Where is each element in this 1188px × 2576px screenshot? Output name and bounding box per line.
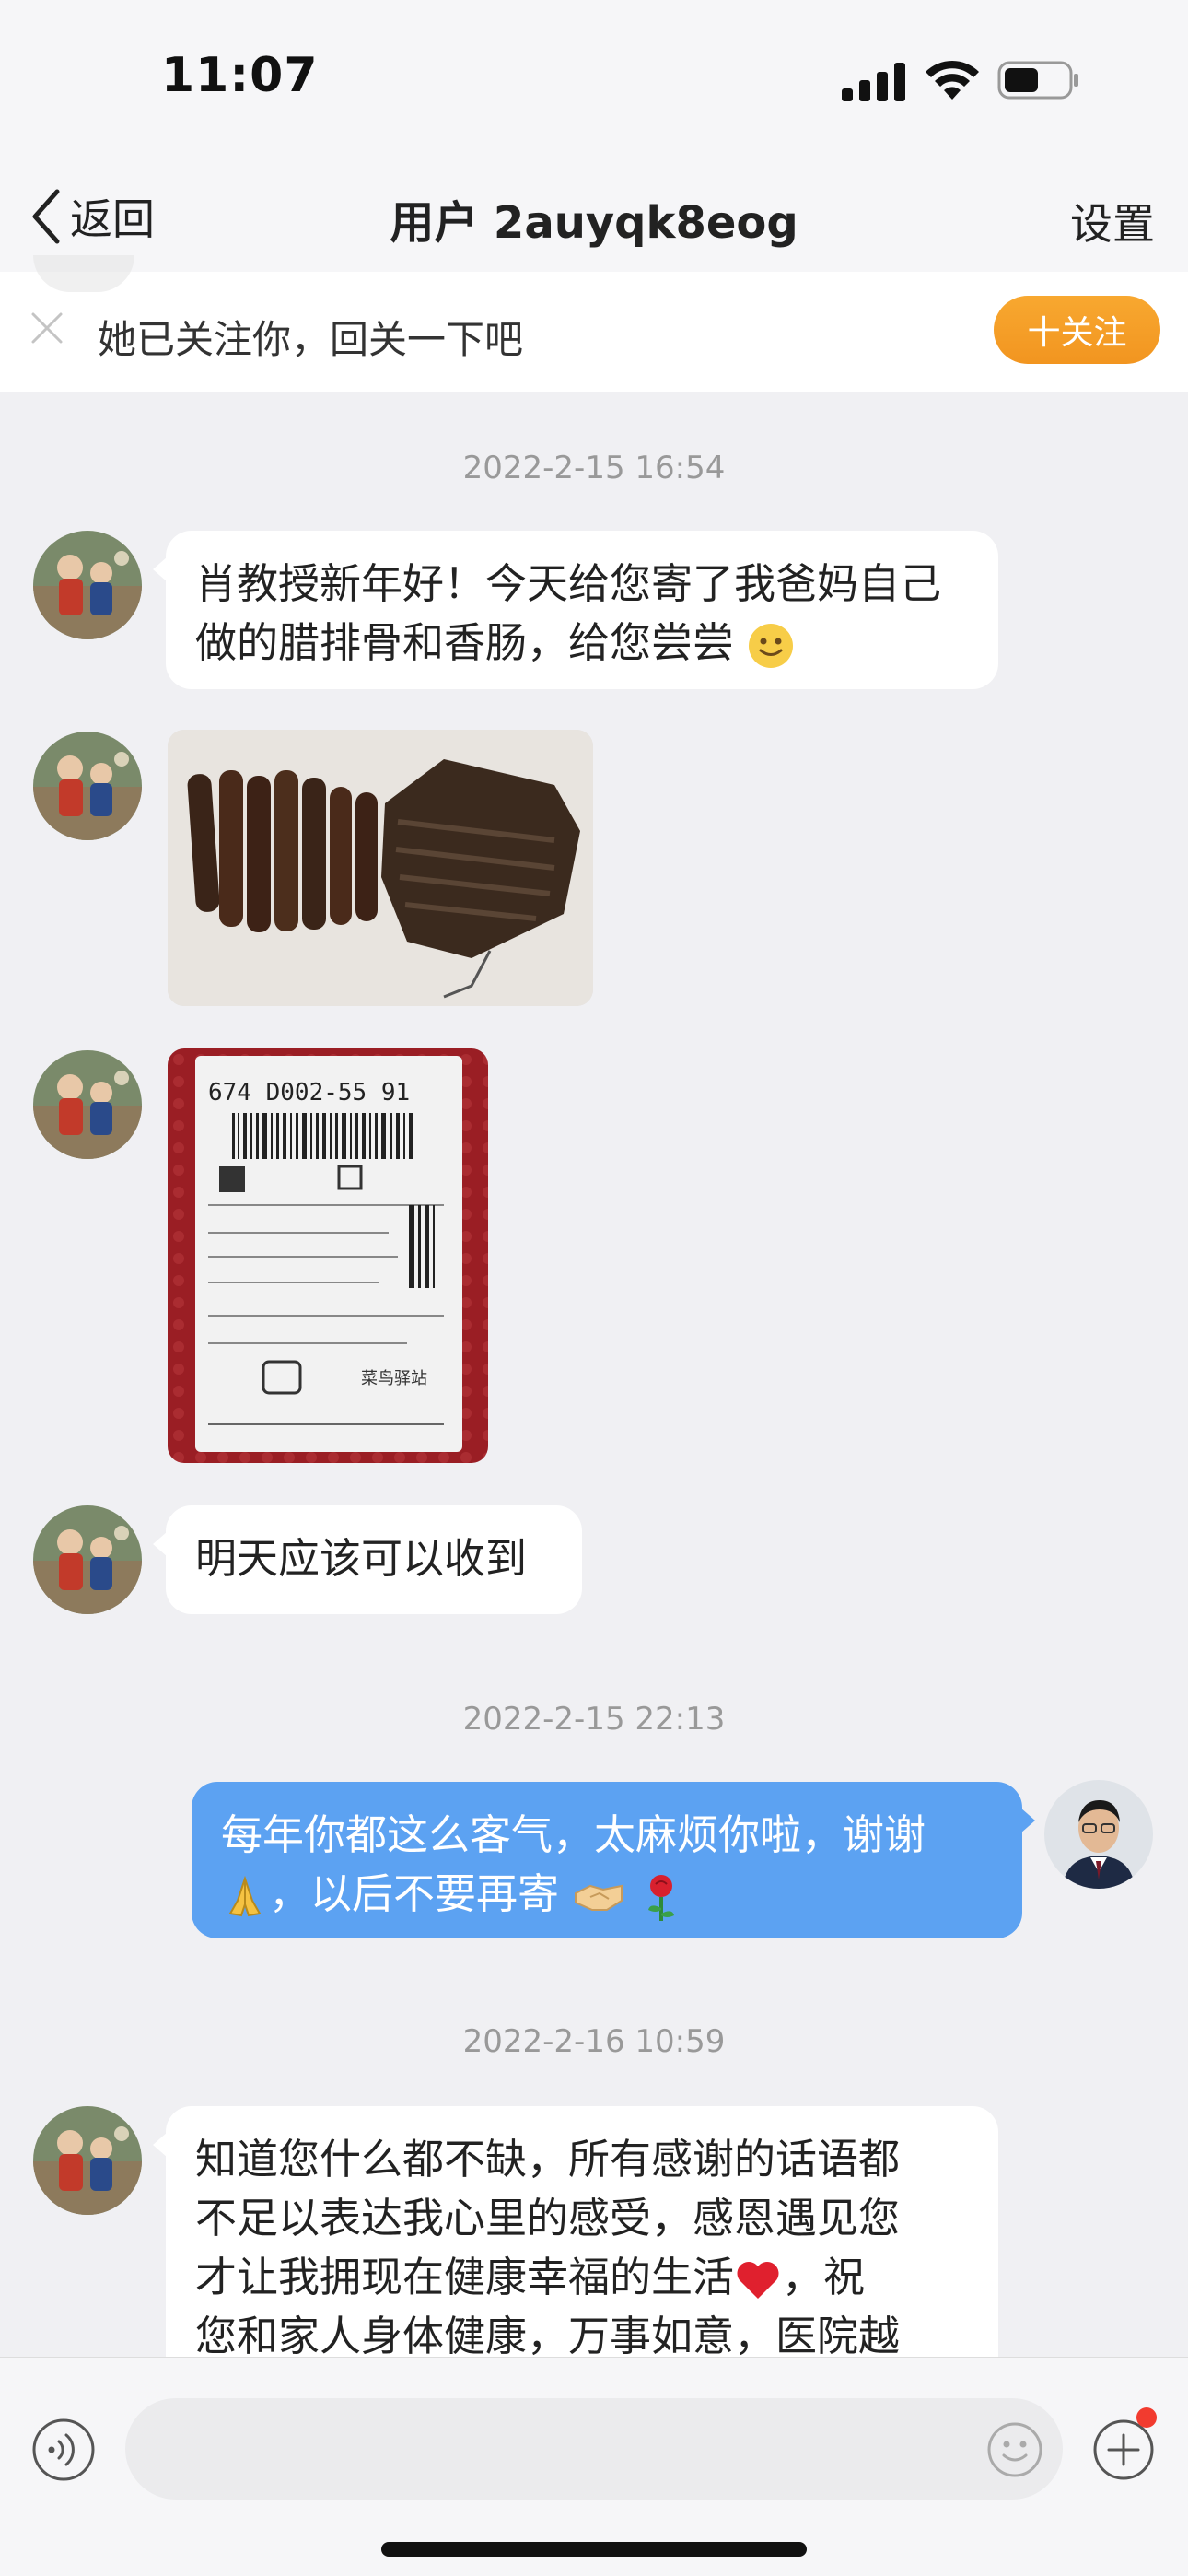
avatar[interactable]	[33, 732, 142, 840]
scrolled-message-fragment	[33, 255, 134, 292]
message-bubble-incoming[interactable]: 肖教授新年好！今天给您寄了我爸妈自己做的腊排骨和香肠，给您尝尝	[153, 531, 998, 689]
settings-button[interactable]: 设置	[1070, 191, 1155, 252]
status-bar: 11:07	[0, 0, 1188, 166]
battery-icon	[997, 61, 1078, 100]
package-label-photo-icon: 674 D002-55 91 菜鸟驿站	[168, 1048, 488, 1463]
status-time: 11:07	[161, 48, 319, 103]
message-bubble-incoming[interactable]: 明天应该可以收到	[153, 1505, 582, 1614]
home-indicator	[381, 2542, 807, 2557]
navigation-bar: 返回 用户 2auyqk8eog 设置	[0, 166, 1188, 272]
my-avatar[interactable]	[1044, 1780, 1153, 1889]
handshake-icon	[575, 1884, 623, 1911]
message-bubble-outgoing[interactable]: 每年你都这么客气，太麻烦你啦，谢谢 ，以后不要再寄	[192, 1782, 1035, 1938]
follow-button[interactable]: 十关注	[994, 296, 1160, 364]
sausage-photo-icon	[168, 730, 593, 1006]
child-photo-icon	[33, 1050, 142, 1159]
child-photo-icon	[33, 2106, 142, 2215]
message-text: 明天应该可以收到	[195, 1534, 528, 1583]
follow-back-banner: 她已关注你，回关一下吧 十关注	[0, 255, 1188, 392]
child-photo-icon	[33, 732, 142, 840]
child-photo-icon	[33, 531, 142, 639]
child-photo-icon	[33, 1505, 142, 1614]
message-text-line: ，祝	[782, 2253, 866, 2301]
voice-input-icon[interactable]	[31, 2418, 96, 2482]
avatar[interactable]	[33, 531, 142, 639]
message-text: 肖教授新年好！今天给您寄了我爸妈自己做的腊排骨和香肠，给您尝尝	[195, 559, 942, 667]
message-text-line: 才让我拥现在健康幸福的生活	[195, 2253, 735, 2301]
avatar[interactable]	[33, 1050, 142, 1159]
courier-name: 菜鸟驿站	[361, 1369, 427, 1388]
chat-title: 用户 2auyqk8eog	[390, 197, 798, 249]
rose-icon	[647, 1875, 674, 1921]
timestamp: 2022-2-15 22:13	[462, 1701, 726, 1738]
avatar[interactable]	[33, 1505, 142, 1614]
emoji-icon[interactable]	[985, 2420, 1044, 2479]
wifi-icon	[926, 60, 979, 100]
message-input-bar	[0, 2357, 1188, 2576]
avatar[interactable]	[33, 2106, 142, 2215]
cellular-signal-icon	[842, 63, 905, 101]
message-text-line: 不足以表达我心里的感受，感恩遇见您	[195, 2194, 901, 2242]
chat-screen: 11:07 返回 用户 2auyqk8eog 设置 她已关注你，回关一下吧 十关…	[0, 0, 1188, 2576]
message-text-line: 您和家人身体健康，万事如意，医院越	[195, 2312, 901, 2360]
close-icon[interactable]	[28, 309, 66, 347]
timestamp: 2022-2-16 10:59	[462, 2023, 726, 2060]
man-portrait-icon	[1044, 1780, 1153, 1889]
package-label-code: 674 D002-55 91	[208, 1079, 410, 1107]
message-text-line2: ，以后不要再寄	[269, 1869, 560, 1918]
follow-back-prompt: 她已关注你，回关一下吧	[98, 317, 524, 362]
add-attachment-icon[interactable]	[1092, 2418, 1155, 2481]
red-heart-icon	[737, 2262, 779, 2299]
message-input[interactable]	[125, 2398, 1063, 2500]
message-text-line1: 每年你都这么客气，太麻烦你啦，谢谢	[221, 1810, 926, 1859]
notification-dot	[1136, 2407, 1157, 2428]
timestamp: 2022-2-15 16:54	[462, 450, 726, 486]
photo-message-sausages[interactable]	[168, 730, 593, 1006]
folded-hands-icon	[228, 1875, 262, 1917]
slightly-smiling-face-icon	[749, 624, 794, 668]
message-text-line: 知道您什么都不缺，所有感谢的话语都	[195, 2135, 901, 2184]
photo-message-package[interactable]: 674 D002-55 91 菜鸟驿站	[168, 1048, 488, 1463]
